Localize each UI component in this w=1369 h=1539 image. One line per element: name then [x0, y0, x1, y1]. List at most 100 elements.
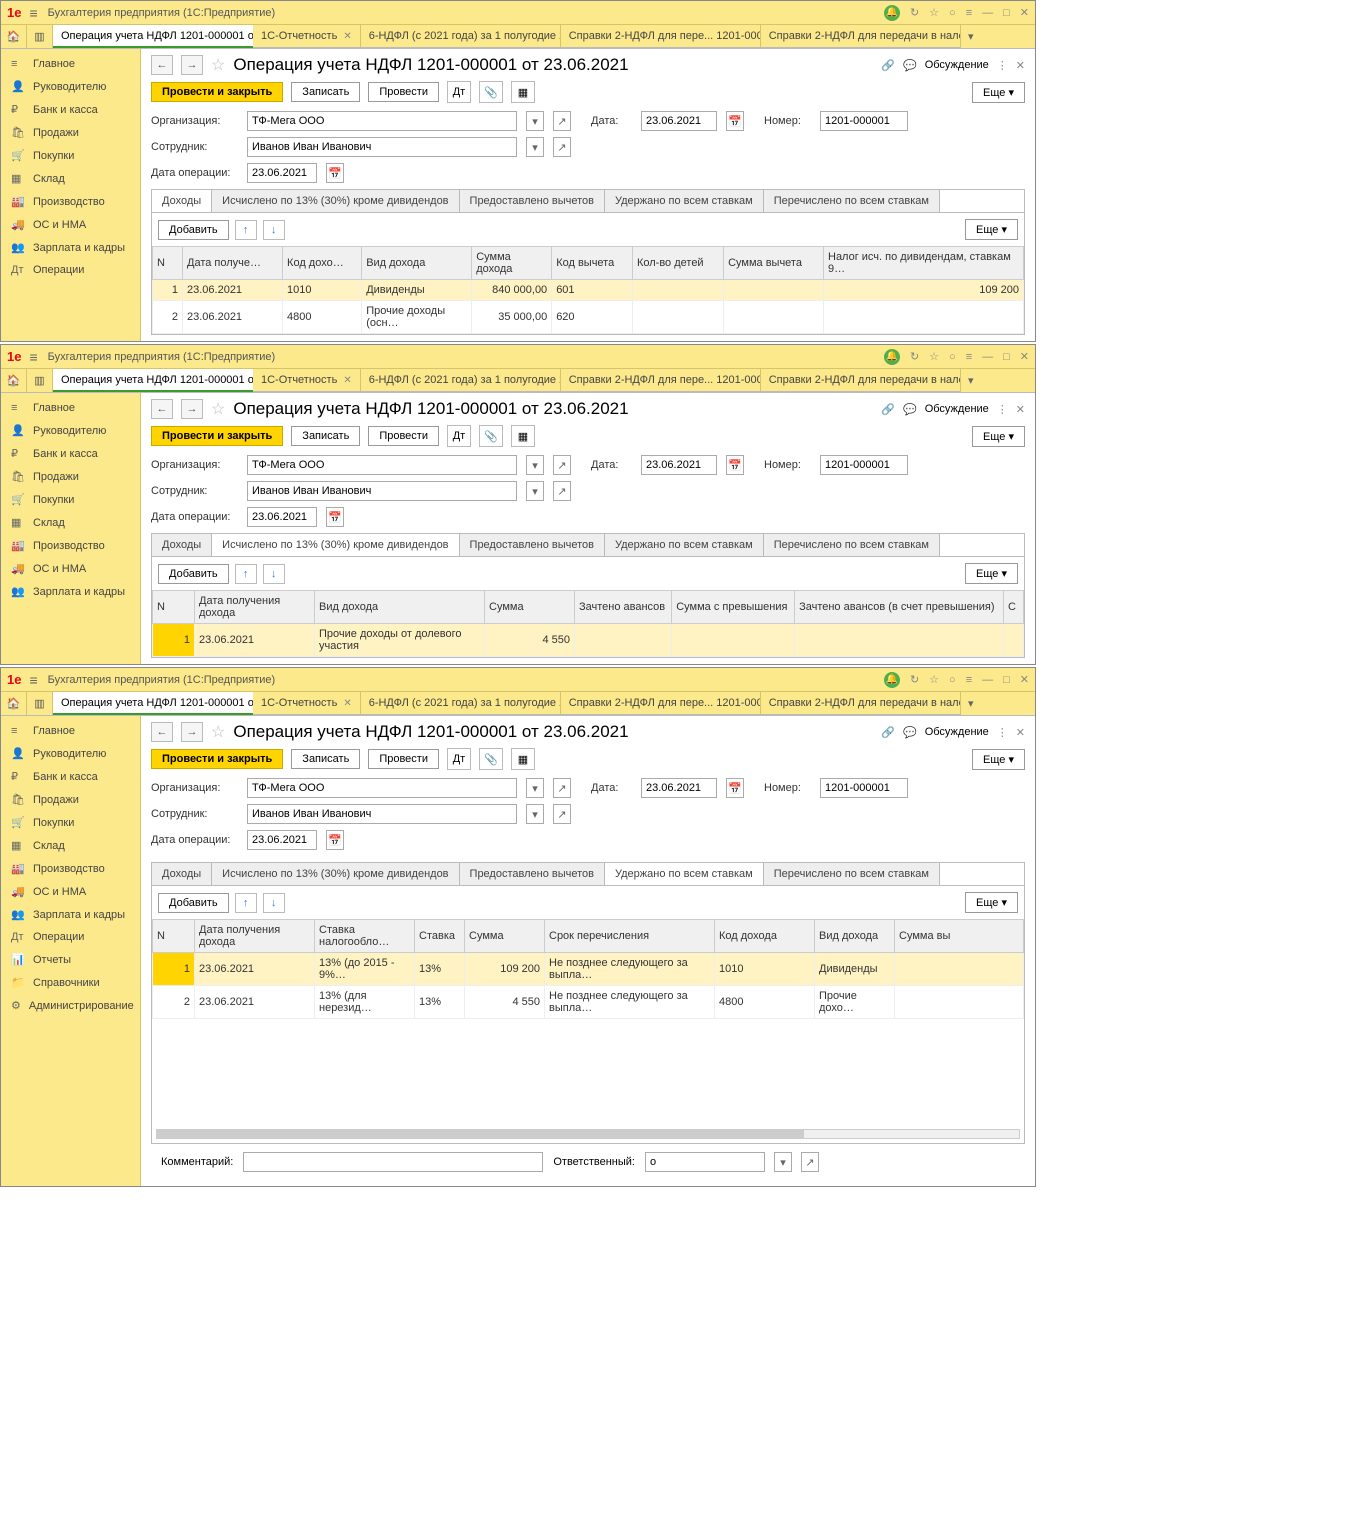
dropdown-icon[interactable]: ▾	[961, 692, 981, 715]
sidebar-item-warehouse[interactable]: ▦Склад	[1, 167, 140, 190]
move-up-icon[interactable]: ↑	[235, 220, 257, 240]
star-icon[interactable]: ☆	[929, 673, 939, 686]
open-icon[interactable]: ↗	[553, 481, 571, 501]
subtab-withheld[interactable]: Удержано по всем ставкам	[605, 190, 764, 212]
col-sum[interactable]: Сумма дохода	[472, 247, 552, 280]
org-input[interactable]	[247, 778, 517, 798]
col-type[interactable]: Вид дохода	[315, 591, 485, 624]
attach-icon[interactable]: 📎	[479, 425, 503, 447]
col-n[interactable]: N	[153, 247, 183, 280]
col-rate[interactable]: Ставка	[415, 920, 465, 953]
subtab-transferred[interactable]: Перечислено по всем ставкам	[764, 190, 940, 212]
col-taxrate[interactable]: Ставка налогообло…	[315, 920, 415, 953]
open-icon[interactable]: ↗	[801, 1152, 819, 1172]
org-input[interactable]	[247, 455, 517, 475]
subtab-transferred[interactable]: Перечислено по всем ставкам	[764, 863, 940, 885]
home-icon[interactable]: 🏠	[1, 369, 27, 392]
forward-button[interactable]: →	[181, 55, 203, 75]
table-row[interactable]: 123.06.202113% (до 2015 - 9%…13%109 200Н…	[153, 953, 1024, 986]
close-icon[interactable]: ✕	[343, 698, 351, 709]
history-icon[interactable]: ↻	[910, 6, 919, 19]
extra-icon[interactable]: ▦	[511, 81, 535, 103]
sidebar-item-catalogs[interactable]: 📁Справочники	[1, 971, 140, 994]
menu-icon[interactable]: ≡	[29, 672, 37, 688]
calendar-icon[interactable]: 📅	[726, 111, 744, 131]
close-icon[interactable]: ✕	[1020, 6, 1029, 19]
tab-active[interactable]: Операция учета НДФЛ 1201-000001 от …✕	[53, 369, 253, 392]
tab[interactable]: Справки 2-НДФЛ для передачи в налог…✕	[761, 25, 961, 48]
maximize-icon[interactable]: □	[1003, 351, 1010, 363]
star-icon[interactable]: ☆	[211, 722, 225, 742]
close-icon[interactable]: ✕	[1020, 673, 1029, 686]
close-icon[interactable]: ✕	[343, 375, 351, 386]
subtab-calc13[interactable]: Исчислено по 13% (30%) кроме дивидендов	[212, 190, 459, 212]
more-button[interactable]: Еще ▾	[965, 219, 1018, 240]
write-button[interactable]: Записать	[291, 749, 360, 769]
attach-icon[interactable]: 📎	[479, 748, 503, 770]
col-deduct[interactable]: Код вычета	[552, 247, 633, 280]
sidebar-item-assets[interactable]: 🚚ОС и НМА	[1, 213, 140, 236]
col-type[interactable]: Вид дохода	[815, 920, 895, 953]
post-close-button[interactable]: Провести и закрыть	[151, 426, 283, 446]
dtkt-icon[interactable]: Дт	[447, 748, 471, 770]
discuss-icon[interactable]: 💬	[903, 403, 917, 416]
tab-active[interactable]: Операция учета НДФЛ 1201-000001 от …✕	[53, 692, 253, 715]
sidebar-item-main[interactable]: ≡Главное	[1, 720, 140, 742]
tab[interactable]: Справки 2-НДФЛ для передачи в налог…✕	[761, 369, 961, 392]
tabs-icon[interactable]: ▥	[27, 25, 53, 48]
col-n[interactable]: N	[153, 591, 195, 624]
dropdown-icon[interactable]: ▾	[526, 778, 544, 798]
employee-input[interactable]	[247, 804, 517, 824]
move-up-icon[interactable]: ↑	[235, 564, 257, 584]
sidebar-item-salary[interactable]: 👥Зарплата и кадры	[1, 236, 140, 259]
move-down-icon[interactable]: ↓	[263, 564, 285, 584]
col-date[interactable]: Дата получения дохода	[195, 591, 315, 624]
dropdown-icon[interactable]: ▾	[526, 804, 544, 824]
number-input[interactable]	[820, 111, 908, 131]
more-button[interactable]: Еще ▾	[972, 426, 1025, 447]
sidebar-item-main[interactable]: ≡Главное	[1, 53, 140, 75]
forward-button[interactable]: →	[181, 399, 203, 419]
subtab-deductions[interactable]: Предоставлено вычетов	[460, 863, 605, 885]
back-button[interactable]: ←	[151, 399, 173, 419]
col-excess[interactable]: Сумма с превышения	[672, 591, 795, 624]
subtab-deductions[interactable]: Предоставлено вычетов	[460, 534, 605, 556]
menu-icon[interactable]: ≡	[29, 5, 37, 21]
sidebar-item-purchases[interactable]: 🛒Покупки	[1, 811, 140, 834]
dots-icon[interactable]: ○	[949, 7, 956, 19]
date-input[interactable]	[641, 455, 717, 475]
table-row[interactable]: 123.06.20211010Дивиденды840 000,00601109…	[153, 280, 1024, 301]
responsible-input[interactable]	[645, 1152, 765, 1172]
tab[interactable]: Справки 2-НДФЛ для пере... 1201-000001✕	[561, 25, 761, 48]
op-date-input[interactable]	[247, 507, 317, 527]
kebab-icon[interactable]: ⋮	[997, 726, 1008, 739]
col-due[interactable]: Срок перечисления	[545, 920, 715, 953]
add-button[interactable]: Добавить	[158, 220, 229, 240]
dropdown-icon[interactable]: ▾	[526, 137, 544, 157]
sidebar-item-operations[interactable]: ДтОперации	[1, 259, 140, 281]
discuss-label[interactable]: Обсуждение	[925, 59, 989, 71]
star-icon[interactable]: ☆	[211, 55, 225, 75]
tab[interactable]: 1С-Отчетность✕	[253, 369, 361, 392]
employee-input[interactable]	[247, 481, 517, 501]
date-input[interactable]	[641, 778, 717, 798]
dropdown-icon[interactable]: ▾	[774, 1152, 792, 1172]
back-button[interactable]: ←	[151, 722, 173, 742]
col-advance[interactable]: Зачтено авансов	[575, 591, 672, 624]
star-icon[interactable]: ☆	[929, 350, 939, 363]
tab[interactable]: 6-НДФЛ (с 2021 года) за 1 полугодие 2…✕	[361, 692, 561, 715]
menu-icon-2[interactable]: ≡	[966, 351, 972, 363]
calendar-icon[interactable]: 📅	[726, 455, 744, 475]
subtab-transferred[interactable]: Перечислено по всем ставкам	[764, 534, 940, 556]
close-icon[interactable]: ✕	[1016, 403, 1025, 416]
tab[interactable]: Справки 2-НДФЛ для пере... 1201-000001✕	[561, 692, 761, 715]
comment-input[interactable]	[243, 1152, 543, 1172]
sidebar-item-operations[interactable]: ДтОперации	[1, 926, 140, 948]
attach-icon[interactable]: 📎	[479, 81, 503, 103]
col-code[interactable]: Код дохо…	[283, 247, 362, 280]
link-icon[interactable]: 🔗	[881, 726, 895, 739]
col-sumout[interactable]: Сумма вы	[895, 920, 1024, 953]
move-up-icon[interactable]: ↑	[235, 893, 257, 913]
sidebar-item-admin[interactable]: ⚙Администрирование	[1, 994, 140, 1017]
dtkt-icon[interactable]: Дт	[447, 81, 471, 103]
